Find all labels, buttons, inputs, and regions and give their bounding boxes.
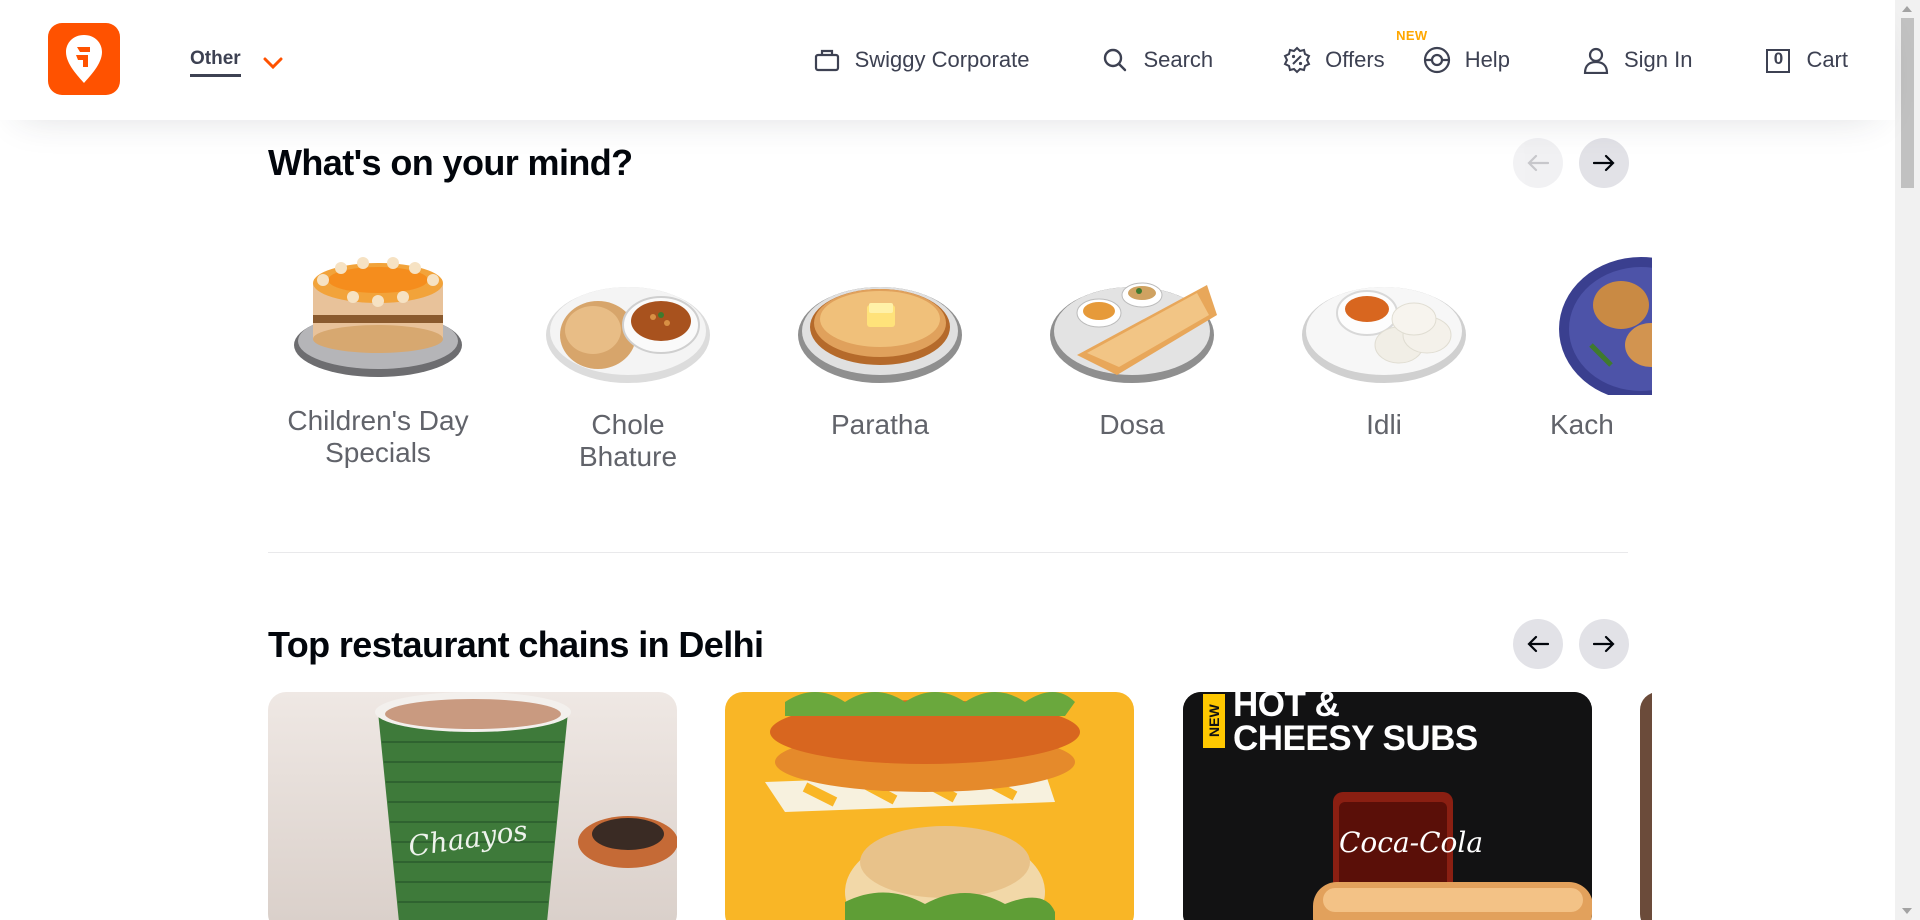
cart-count: 0 xyxy=(1773,49,1784,68)
chains-prev-button[interactable] xyxy=(1513,619,1563,669)
arrow-right-icon xyxy=(1593,154,1615,172)
nav-signin-label: Sign In xyxy=(1623,47,1693,72)
user-icon xyxy=(1582,46,1610,74)
kachori-image xyxy=(1551,245,1652,415)
arrow-right-icon xyxy=(1593,635,1615,653)
location-label[interactable]: Other xyxy=(190,48,241,77)
coca-cola-logo-text: Coca-Cola xyxy=(1339,826,1484,859)
briefcase-icon xyxy=(813,46,841,74)
offers-icon xyxy=(1283,46,1311,74)
page-scrollbar[interactable] xyxy=(1895,0,1920,920)
restaurant-card[interactable] xyxy=(1640,692,1652,920)
scroll-thumb[interactable] xyxy=(1901,18,1914,188)
dosa-image xyxy=(1047,245,1217,415)
new-badge: NEW xyxy=(1396,28,1428,43)
nav-cart-label: Cart xyxy=(1806,47,1848,72)
mind-next-button[interactable] xyxy=(1579,138,1629,188)
nav-offers-label: Offers xyxy=(1325,47,1385,72)
restaurant-card[interactable]: NEW HOT & CHEESY SUBS Coca-Cola xyxy=(1183,692,1592,920)
idli-image xyxy=(1299,245,1469,415)
category-item[interactable]: Kach xyxy=(1536,245,1652,441)
chains-carousel: Chaayos NEW HOT & CHEESY SUBS Coca-Cola xyxy=(268,692,1652,920)
chaayos-cup-image xyxy=(375,692,677,920)
nav-search-label: Search xyxy=(1143,47,1214,72)
nav-corporate-label: Swiggy Corporate xyxy=(854,47,1030,72)
category-item[interactable]: Paratha xyxy=(780,245,980,441)
mind-prev-button[interactable] xyxy=(1513,138,1563,188)
arrow-left-icon xyxy=(1527,154,1549,172)
nav-search[interactable]: Search xyxy=(1101,46,1213,74)
swiggy-logo-icon xyxy=(66,35,102,83)
category-item[interactable]: Chole Bhature xyxy=(528,245,728,473)
chevron-down-icon[interactable] xyxy=(263,56,283,70)
main-nav: Swiggy Corporate Search Offers NEW Help xyxy=(813,0,1848,120)
mind-carousel: Children's Day Specials Chole Bhature Pa… xyxy=(268,245,1652,485)
nav-swiggy-corporate[interactable]: Swiggy Corporate xyxy=(813,46,1030,74)
nav-cart[interactable]: 0 Cart xyxy=(1764,46,1848,74)
help-lifebuoy-icon xyxy=(1423,46,1451,74)
category-item[interactable]: Dosa xyxy=(1032,245,1232,441)
burger-image xyxy=(765,692,1080,920)
cart-icon: 0 xyxy=(1764,46,1792,74)
chains-section-title: Top restaurant chains in Delhi xyxy=(268,624,764,665)
search-icon xyxy=(1101,46,1129,74)
chains-next-button[interactable] xyxy=(1579,619,1629,669)
top-header: Other Swiggy Corporate Search Offers NEW xyxy=(0,0,1895,120)
scroll-up-icon[interactable] xyxy=(1902,6,1912,12)
promo-headline: HOT & CHEESY SUBS xyxy=(1233,692,1478,758)
location-selector[interactable]: Other xyxy=(190,48,283,77)
cake-image xyxy=(293,245,463,415)
nav-sign-in[interactable]: Sign In xyxy=(1582,46,1693,74)
new-badge: NEW xyxy=(1203,694,1225,748)
section-divider xyxy=(268,552,1628,553)
nav-help[interactable]: Help xyxy=(1423,46,1510,74)
mind-section-title: What's on your mind? xyxy=(268,142,633,183)
paratha-image xyxy=(795,245,965,415)
chole-bhature-image xyxy=(543,245,713,415)
arrow-left-icon xyxy=(1527,635,1549,653)
restaurant-card[interactable]: Chaayos xyxy=(268,692,677,920)
swiggy-logo[interactable] xyxy=(48,23,120,95)
category-item[interactable]: Idli xyxy=(1284,245,1484,441)
nav-offers[interactable]: Offers NEW xyxy=(1283,28,1427,74)
category-item[interactable]: Children's Day Specials xyxy=(278,245,478,469)
category-label: Chole Bhature xyxy=(578,409,678,472)
restaurant-card[interactable] xyxy=(725,692,1134,920)
scroll-down-icon[interactable] xyxy=(1902,908,1912,914)
nav-help-label: Help xyxy=(1464,47,1510,72)
